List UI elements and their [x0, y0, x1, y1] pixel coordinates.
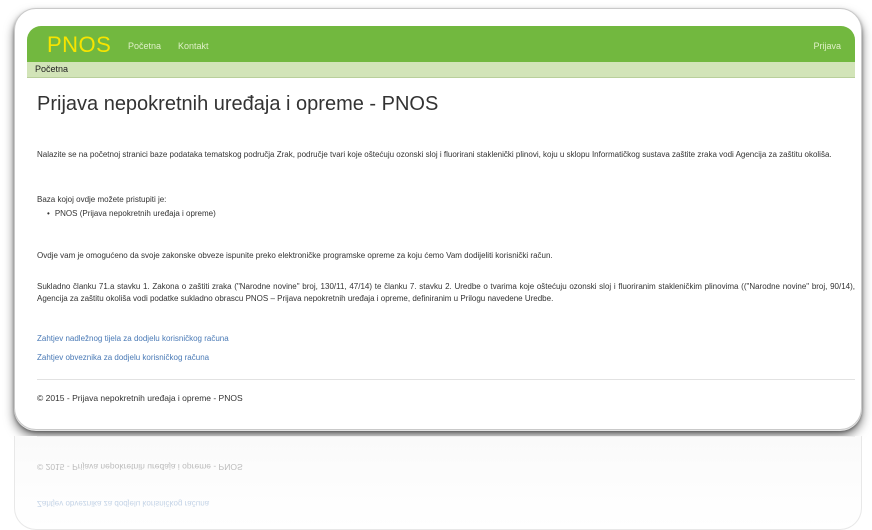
database-list: PNOS (Prijava nepokretnih uređaja i opre… [47, 209, 216, 218]
brand-logo[interactable]: PNOS [47, 32, 111, 58]
legal-paragraph: Sukladno članku 71.a stavku 1. Zakona o … [37, 282, 855, 303]
list-item: PNOS (Prijava nepokretnih uređaja i opre… [47, 209, 216, 218]
nav-link-contact[interactable]: Kontakt [178, 41, 209, 51]
access-label: Baza kojoj ovdje možete pristupiti je: [37, 195, 167, 204]
reflection-footer-text: © 2015 - Prijava nepokretnih uređaja i o… [37, 462, 243, 472]
browser-window: PNOS Početna Kontakt Prijava Početna Pri… [14, 8, 862, 430]
page-title: Prijava nepokretnih uređaja i opreme - P… [37, 93, 439, 115]
obligation-paragraph: Ovdje vam je omogućeno da svoje zakonske… [37, 251, 553, 260]
navbar: PNOS Početna Kontakt Prijava [27, 26, 855, 62]
breadcrumb-item-home[interactable]: Početna [35, 64, 68, 74]
nav-link-home[interactable]: Početna [128, 41, 161, 51]
authority-account-request-link[interactable]: Zahtjev nadležnog tijela za dodjelu kori… [37, 334, 229, 343]
footer-divider [37, 379, 855, 380]
reflection-divider [37, 436, 855, 437]
nav-link-login[interactable]: Prijava [813, 41, 841, 51]
intro-paragraph: Nalazite se na početnoj stranici baze po… [37, 150, 832, 159]
footer-copyright: © 2015 - Prijava nepokretnih uređaja i o… [37, 393, 243, 403]
window-reflection: © 2015 - Prijava nepokretnih uređaja i o… [14, 436, 862, 530]
reflection-link-text: Zahtjev obveznika za dodjelu korisničkog… [37, 499, 210, 508]
obligor-account-request-link[interactable]: Zahtjev obveznika za dodjelu korisničkog… [37, 353, 209, 362]
breadcrumb: Početna [27, 62, 855, 78]
